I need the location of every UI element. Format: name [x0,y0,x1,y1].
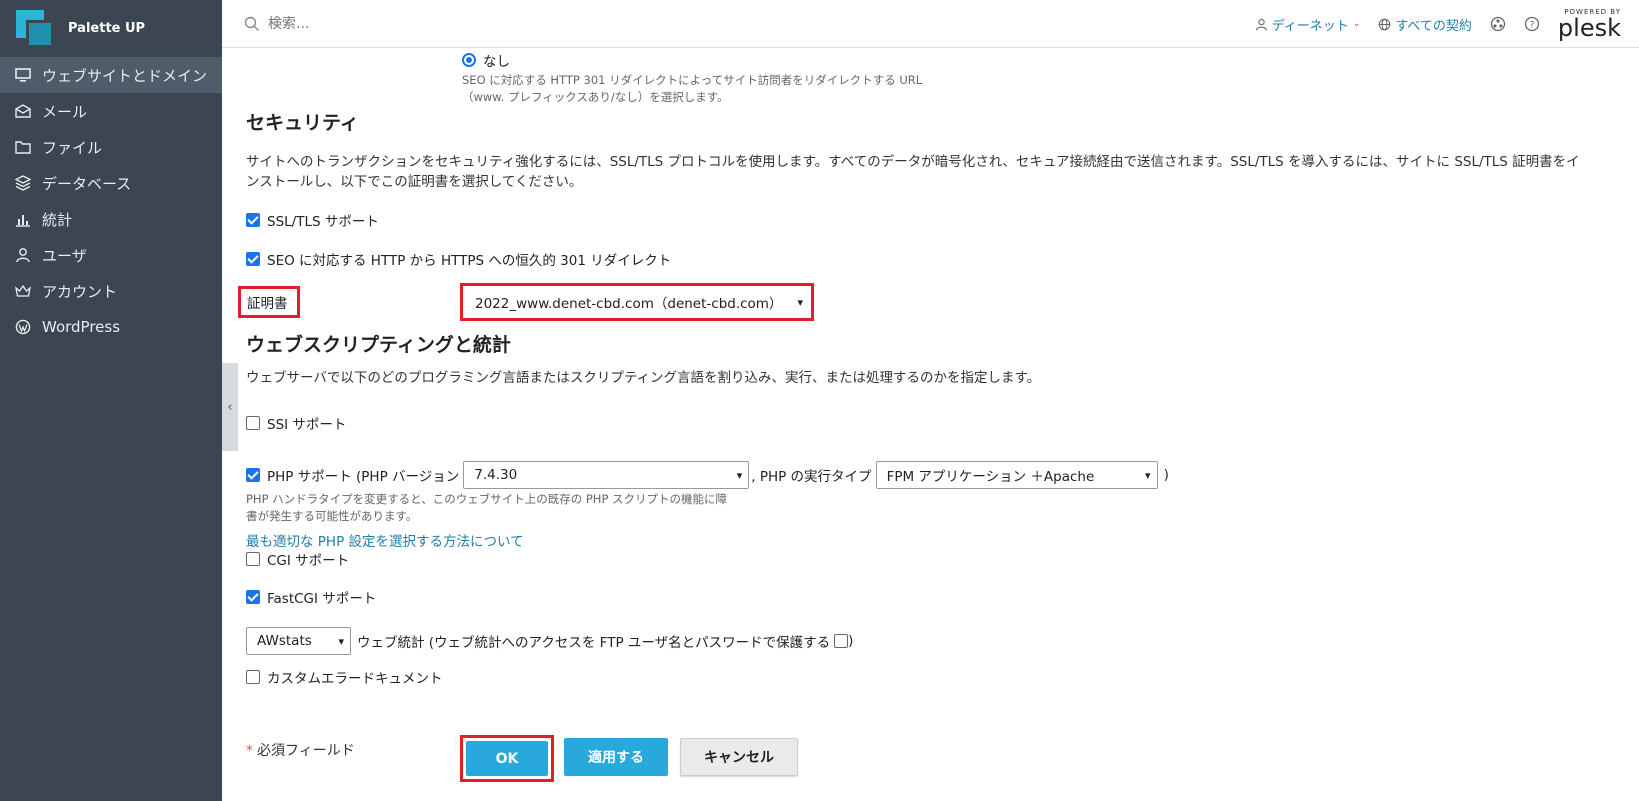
search-icon [244,16,259,31]
web-stats-row: AWstats ▾ ウェブ統計 (ウェブ統計へのアクセスを FTP ユーザ名とパ… [246,627,853,655]
scripting-title: ウェブスクリプティングと統計 [246,334,511,356]
ssi-checkbox[interactable] [246,416,260,430]
sidebar: Palette UP ウェブサイトとドメイン メール ファイル データベース 統… [0,0,222,801]
brand-name: Palette UP [68,21,146,36]
top-header: ディーネット ⌄ すべての契約 ? POWERED BY plesk [222,0,1639,48]
php-support-row: PHP サポート (PHP バージョン 7.4.30 ▾ , PHP の実行タイ… [246,461,1169,489]
user-icon [14,246,32,264]
https-redirect-label: SEO に対応する HTTP から HTTPS への恒久的 301 リダイレクト [267,253,672,269]
crown-icon [14,282,32,300]
ok-button[interactable]: OK [466,741,548,776]
chevron-down-icon: ▾ [1145,468,1151,482]
ssl-support-checkbox[interactable] [246,213,260,227]
php-version-select[interactable]: 7.4.30 ▾ [463,461,750,489]
sidebar-item-websites[interactable]: ウェブサイトとドメイン [0,57,222,93]
mail-icon [14,102,32,120]
sidebar-item-account[interactable]: アカウント [0,273,222,309]
wordpress-icon [14,318,32,336]
php-support-checkbox[interactable] [246,468,260,482]
ssl-support-option[interactable]: SSL/TLS サポート [246,210,379,230]
globe-icon [1378,18,1391,31]
subscriptions-menu[interactable]: すべての契約 [1378,15,1472,34]
chevron-down-icon: ▾ [736,468,743,482]
cgi-option[interactable]: CGI サポート [246,549,349,569]
chevron-down-icon: ▾ [797,295,803,309]
user-menu-label: ディーネット [1271,18,1349,34]
https-redirect-option[interactable]: SEO に対応する HTTP から HTTPS への恒久的 301 リダイレクト [246,249,671,269]
folder-icon [14,138,32,156]
sidebar-item-users[interactable]: ユーザ [0,237,222,273]
chevron-left-icon: ‹ [227,399,233,415]
svg-text:?: ? [1530,21,1535,31]
web-stats-label: ウェブ統計 (ウェブ統計へのアクセスを FTP ユーザ名とパスワードで保護する [357,635,831,651]
sidebar-item-label: アカウント [42,282,118,301]
brand-logo [16,9,54,48]
sidebar-item-wordpress[interactable]: WordPress [0,309,222,345]
sidebar-item-label: ユーザ [42,246,87,265]
cgi-checkbox[interactable] [246,552,260,566]
php-handler-label: , PHP の実行タイプ [751,469,872,485]
sidebar-item-label: 統計 [42,210,73,229]
extensions-icon[interactable] [1490,16,1506,32]
chevron-down-icon: ▾ [338,634,344,648]
fastcgi-checkbox[interactable] [246,590,260,604]
security-description: サイトへのトランザクションをセキュリティ強化するには、SSL/TLS プロトコル… [246,154,1580,190]
database-icon [14,174,32,192]
sidebar-item-label: メール [42,102,88,121]
user-icon [1255,18,1268,31]
php-support-label: PHP サポート (PHP バージョン [267,469,460,485]
monitor-icon [14,66,32,84]
redirect-none-option[interactable]: なし [462,50,510,70]
certificate-label: 証明書 [238,286,300,318]
stats-protect-checkbox[interactable] [834,634,849,648]
custom-errors-option[interactable]: カスタムエラードキュメント [246,667,443,687]
search-box [222,15,568,32]
security-title: セキュリティ [246,112,359,134]
fastcgi-label: FastCGI サポート [267,591,377,607]
sidebar-item-label: ウェブサイトとドメイン [42,66,208,85]
certificate-select[interactable]: 2022_www.denet-cbd.com（denet-cbd.com） ▾ [465,288,809,316]
sidebar-item-label: WordPress [42,318,121,336]
fastcgi-option[interactable]: FastCGI サポート [246,587,376,607]
apply-button[interactable]: 適用する [564,738,668,776]
scripting-description: ウェブサーバで以下のどのプログラミング言語またはスクリプティング言語を割り込み、… [246,370,1041,386]
sidebar-item-mail[interactable]: メール [0,93,222,129]
sidebar-collapse-handle[interactable]: ‹ [222,363,238,451]
chevron-down-icon: ⌄ [1352,19,1361,29]
custom-errors-label: カスタムエラードキュメント [267,671,443,687]
required-note: * 必須フィールド [246,743,355,759]
php-handler-select[interactable]: FPM アプリケーション ＋Apache ▾ [875,461,1158,489]
radio-none[interactable] [462,53,476,67]
ok-highlight: OK [460,735,554,782]
user-menu[interactable]: ディーネット ⌄ [1255,15,1361,34]
redirect-hint: SEO に対応する HTTP 301 リダイレクトによってサイト訪問者をリダイレ… [462,73,923,104]
cgi-label: CGI サポート [267,553,350,569]
https-redirect-checkbox[interactable] [246,252,260,266]
php-hint: PHP ハンドラタイプを変更すると、このウェブサイト上の既存の PHP スクリプ… [246,492,728,523]
custom-errors-checkbox[interactable] [246,670,260,684]
subscriptions-label: すべての契約 [1395,18,1472,34]
ssl-support-label: SSL/TLS サポート [267,214,379,230]
ssi-option[interactable]: SSI サポート [246,413,346,433]
search-input[interactable] [268,15,568,32]
sidebar-item-label: ファイル [42,138,103,157]
sidebar-item-files[interactable]: ファイル [0,129,222,165]
cancel-button[interactable]: キャンセル [680,738,798,776]
plesk-logo: POWERED BY plesk [1557,7,1621,42]
brand[interactable]: Palette UP [0,0,222,57]
radio-none-label: なし [483,54,510,70]
sidebar-item-statistics[interactable]: 統計 [0,201,222,237]
web-stats-select[interactable]: AWstats ▾ [246,627,351,655]
help-icon[interactable]: ? [1524,16,1540,32]
sidebar-item-databases[interactable]: データベース [0,165,222,201]
ssi-label: SSI サポート [267,417,347,433]
php-help-link[interactable]: 最も適切な PHP 設定を選択する方法について [246,530,524,550]
main-content: なし SEO に対応する HTTP 301 リダイレクトによってサイト訪問者をリ… [238,48,1639,801]
sidebar-item-label: データベース [42,174,132,193]
chart-icon [14,210,32,228]
certificate-highlight: 2022_www.denet-cbd.com（denet-cbd.com） ▾ [460,283,814,321]
